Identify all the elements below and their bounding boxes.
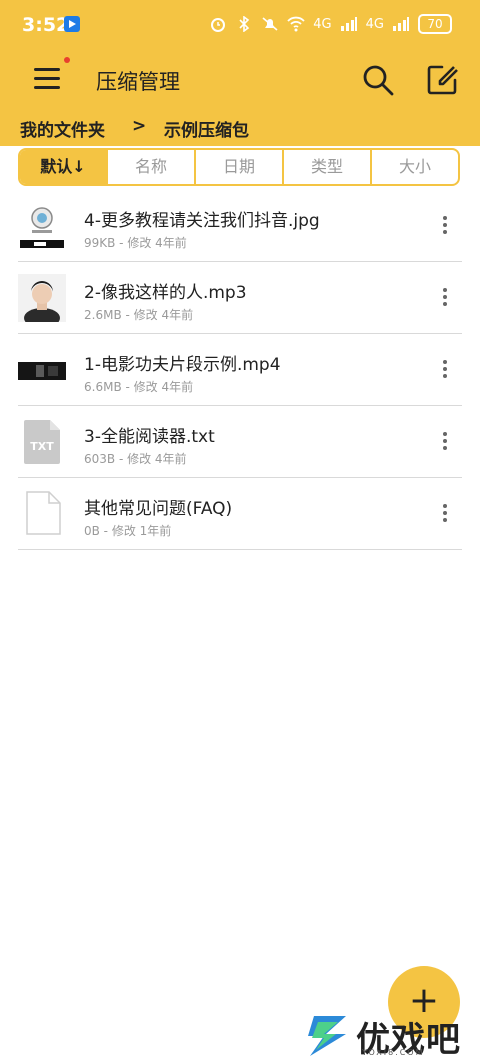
sort-tab-default[interactable]: 默认↓ [20,150,106,184]
notification-dot [64,57,70,63]
status-icons: 4G 4G 70 [209,14,452,34]
file-meta: 603B - 修改 4年前 [84,452,187,466]
mute-icon [262,17,278,31]
file-row[interactable]: TXT 3-全能阅读器.txt 603B - 修改 4年前 [18,406,462,478]
wifi-icon [287,16,305,32]
search-icon[interactable] [362,64,394,96]
sort-tabs: 默认↓ 名称 日期 类型 大小 [18,148,460,186]
video-thumbnail-icon [18,346,66,394]
app-notification-icon [64,16,80,32]
status-bar: 3:52 4G 4G 70 [0,0,480,50]
file-row[interactable]: 2-像我这样的人.mp3 2.6MB - 修改 4年前 [18,262,462,334]
file-name: 其他常见问题(FAQ) [84,499,233,519]
edit-icon[interactable] [426,64,458,96]
file-meta: 2.6MB - 修改 4年前 [84,308,194,322]
file-row[interactable]: 4-更多教程请关注我们抖音.jpg 99KB - 修改 4年前 [18,190,462,262]
breadcrumb-item-current[interactable]: 示例压缩包 [164,116,249,141]
top-app-bar: 3:52 4G 4G 70 压缩管理 我的文件夹 > 示例压缩包 [0,0,480,146]
more-options-icon[interactable] [442,360,448,380]
signal-2-icon [393,17,409,31]
file-meta: 99KB - 修改 4年前 [84,236,187,250]
more-options-icon[interactable] [442,288,448,308]
watermark-subtext: YOXI8.COM [362,1048,425,1057]
sort-tab-size[interactable]: 大小 [370,150,458,184]
blank-file-icon [26,491,61,535]
file-meta: 6.6MB - 修改 4年前 [84,380,194,394]
image-thumbnail-icon [18,202,66,250]
signal-1-label: 4G [313,16,332,32]
sort-tab-name[interactable]: 名称 [106,150,194,184]
more-options-icon[interactable] [442,504,448,524]
status-time: 3:52 [22,14,70,36]
file-name: 3-全能阅读器.txt [84,427,215,447]
file-row[interactable]: 其他常见问题(FAQ) 0B - 修改 1年前 [18,478,462,550]
battery-indicator: 70 [418,14,452,34]
watermark-s-icon [308,1016,346,1056]
page-title: 压缩管理 [96,70,180,94]
txt-file-icon: TXT [24,420,60,464]
signal-1-icon [340,17,357,31]
audio-cover-thumbnail-icon [18,274,66,322]
sort-tab-date[interactable]: 日期 [194,150,282,184]
file-name: 4-更多教程请关注我们抖音.jpg [84,211,320,231]
file-list: 4-更多教程请关注我们抖音.jpg 99KB - 修改 4年前 2-像我这样的人… [18,190,462,550]
watermark-logo: 优戏吧 YOXI8.COM [304,1012,474,1060]
breadcrumb-separator-icon: > [132,116,147,136]
sort-tab-type[interactable]: 类型 [282,150,370,184]
signal-2-label: 4G [365,16,384,32]
bluetooth-icon [239,16,250,32]
breadcrumb-item-root[interactable]: 我的文件夹 [20,116,105,141]
file-name: 2-像我这样的人.mp3 [84,283,247,303]
alarm-icon [211,18,226,32]
more-options-icon[interactable] [442,432,448,452]
more-options-icon[interactable] [442,216,448,236]
txt-file-icon-label: TXT [30,440,54,453]
file-name: 1-电影功夫片段示例.mp4 [84,355,281,375]
hamburger-menu-icon[interactable] [32,64,62,94]
file-row[interactable]: 1-电影功夫片段示例.mp4 6.6MB - 修改 4年前 [18,334,462,406]
file-meta: 0B - 修改 1年前 [84,524,172,538]
